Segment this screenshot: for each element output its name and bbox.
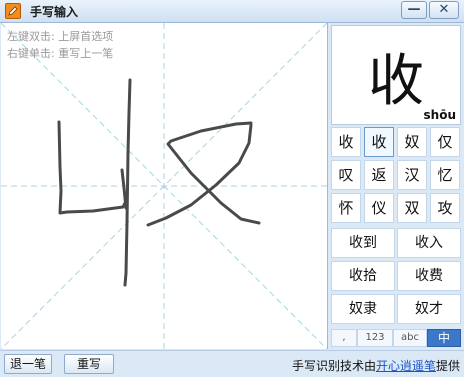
- candidate-char[interactable]: 忆: [430, 160, 460, 190]
- ink-stroke-5: [146, 123, 253, 227]
- candidate-char[interactable]: 汉: [397, 160, 427, 190]
- mode-letters[interactable]: abc: [393, 329, 427, 347]
- candidate-panel: 收 shōu 收 收 奴 仅 叹 返 汉 忆 怀 仪 双 攻 收到 收入 收拾 …: [329, 23, 464, 349]
- close-button[interactable]: ✕: [429, 1, 459, 19]
- candidate-word[interactable]: 收入: [397, 228, 461, 258]
- mode-digits[interactable]: 123: [357, 329, 393, 347]
- candidate-char[interactable]: 仅: [430, 127, 460, 157]
- candidate-word[interactable]: 奴隶: [331, 294, 395, 324]
- candidate-word[interactable]: 奴才: [397, 294, 461, 324]
- ink-stroke-4: [166, 121, 261, 225]
- mode-chinese[interactable]: 中: [427, 329, 461, 347]
- writing-canvas[interactable]: 左键双击: 上屏首选项 右键单击: 重写上一笔: [1, 23, 328, 349]
- candidate-word[interactable]: 收拾: [331, 261, 395, 291]
- canvas-drawing: [1, 23, 327, 349]
- preview-box: 收 shōu: [331, 25, 461, 125]
- credit-suffix: 提供: [435, 359, 460, 373]
- ink-stroke-2: [123, 78, 132, 287]
- candidate-word[interactable]: 收费: [397, 261, 461, 291]
- candidate-word[interactable]: 收到: [331, 228, 395, 258]
- guide-lines: [1, 23, 327, 349]
- candidate-char[interactable]: 奴: [397, 127, 427, 157]
- mode-punctuation[interactable]: ,: [331, 329, 357, 347]
- close-icon: ✕: [438, 2, 450, 17]
- window-title: 手写输入: [30, 5, 79, 19]
- input-mode-bar: , 123 abc 中: [331, 329, 461, 347]
- candidate-char[interactable]: 双: [397, 193, 427, 223]
- minimize-button[interactable]: —: [401, 1, 427, 19]
- credit-text: 手写识别技术由开心逍遥笔提供: [292, 357, 460, 374]
- candidate-char-selected[interactable]: 收: [364, 127, 394, 157]
- minimize-icon: —: [407, 2, 421, 17]
- preview-character: 收: [368, 49, 424, 114]
- handwriting-window: 手写输入 — ✕ 左键双击: 上屏首选项 右键单击: 重写上一笔 收 shōu …: [0, 0, 464, 377]
- candidate-char[interactable]: 叹: [331, 160, 361, 190]
- credit-link[interactable]: 开心逍遥笔: [376, 359, 436, 373]
- ink-stroke-3: [120, 168, 128, 210]
- title-bar: 手写输入 — ✕: [0, 0, 464, 23]
- credit-prefix: 手写识别技术由: [291, 359, 376, 373]
- candidate-char[interactable]: 怀: [331, 193, 361, 223]
- undo-stroke-button[interactable]: 退一笔: [4, 354, 52, 374]
- pencil-app-icon: [5, 3, 21, 19]
- hint-right-click: 右键单击: 重写上一笔: [7, 47, 114, 60]
- rewrite-button[interactable]: 重写: [64, 354, 114, 374]
- status-bar: 退一笔 重写 手写识别技术由开心逍遥笔提供: [0, 350, 464, 377]
- hint-double-click: 左键双击: 上屏首选项: [7, 30, 114, 43]
- pinyin-label: shōu: [423, 108, 456, 122]
- ink-stroke-1: [57, 120, 127, 215]
- candidate-char[interactable]: 仪: [364, 193, 394, 223]
- candidate-char[interactable]: 返: [364, 160, 394, 190]
- candidate-char[interactable]: 攻: [430, 193, 460, 223]
- candidate-char[interactable]: 收: [331, 127, 361, 157]
